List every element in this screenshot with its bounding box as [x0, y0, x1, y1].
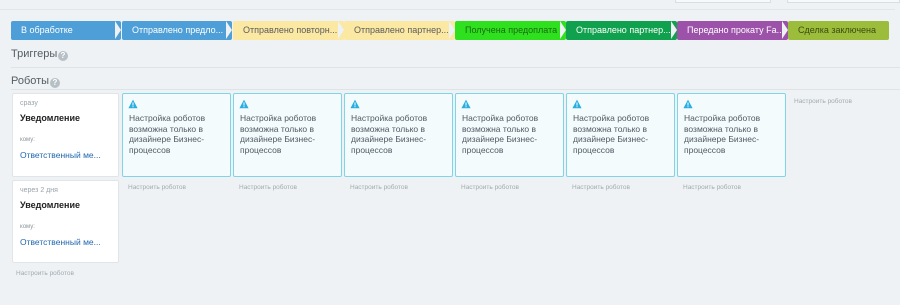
- top-button-stub-1[interactable]: [675, 0, 771, 3]
- triggers-title: Триггеры: [11, 48, 58, 60]
- stage-0[interactable]: В обработке: [11, 21, 121, 40]
- stage-label: В обработке: [21, 25, 73, 35]
- help-icon[interactable]: ?: [58, 51, 68, 61]
- robots-title: Роботы: [11, 75, 50, 87]
- warning-card: Настройка роботов возможна только в диза…: [122, 93, 231, 177]
- stage-label: Отправлено партнер...: [576, 25, 671, 35]
- robot-recipient-label: кому:: [20, 137, 35, 143]
- setup-robots-link[interactable]: Настроить роботов: [16, 270, 74, 277]
- divider: [11, 67, 900, 68]
- top-panel-stub-left: [0, 9, 895, 10]
- warning-card: Настройка роботов возможна только в диза…: [677, 93, 786, 177]
- robot-card[interactable]: через 2 дня Уведомление кому: Ответствен…: [12, 180, 119, 263]
- warning-text: Настройка роботов возможна только в диза…: [129, 113, 206, 155]
- setup-robots-link[interactable]: Настроить роботов: [572, 184, 630, 191]
- setup-robots-link[interactable]: Настроить роботов: [683, 184, 741, 191]
- robot-recipient-label: кому:: [20, 224, 35, 230]
- warning-text: Настройка роботов возможна только в диза…: [573, 113, 650, 155]
- divider: [11, 89, 900, 90]
- stage-7[interactable]: Сделка заключена: [788, 21, 889, 40]
- stage-label: Отправлено предло...: [132, 25, 224, 35]
- warning-icon: [683, 99, 693, 109]
- top-button-stub-2[interactable]: [787, 0, 900, 3]
- warning-icon: [461, 99, 471, 109]
- stage-label: Передано прокату Fa...: [687, 25, 785, 35]
- stage-label: Отправлено партнер...: [354, 25, 449, 35]
- warning-icon: [350, 99, 360, 109]
- warning-card: Настройка роботов возможна только в диза…: [455, 93, 564, 177]
- stage-label: Сделка заключена: [798, 25, 876, 35]
- robot-card[interactable]: сразу Уведомление кому: Ответственный ме…: [12, 93, 119, 177]
- robot-name: Уведомление: [20, 113, 81, 123]
- stage-2[interactable]: Отправлено повторн...: [233, 21, 344, 40]
- warning-text: Настройка роботов возможна только в диза…: [684, 113, 761, 155]
- warning-text: Настройка роботов возможна только в диза…: [462, 113, 539, 155]
- setup-robots-link[interactable]: Настроить роботов: [239, 184, 297, 191]
- stage-3[interactable]: Отправлено партнер...: [344, 21, 455, 40]
- stage-6[interactable]: Передано прокату Fa...: [677, 21, 788, 40]
- setup-robots-link[interactable]: Настроить роботов: [350, 184, 408, 191]
- robot-recipient-value[interactable]: Ответственный ме...: [20, 237, 101, 247]
- warning-icon: [572, 99, 582, 109]
- warning-text: Настройка роботов возможна только в диза…: [351, 113, 428, 155]
- stage-5[interactable]: Отправлено партнер...: [566, 21, 677, 40]
- robot-recipient-value[interactable]: Ответственный ме...: [20, 150, 101, 160]
- robot-when: через 2 дня: [20, 187, 58, 194]
- warning-card: Настройка роботов возможна только в диза…: [233, 93, 342, 177]
- setup-robots-link[interactable]: Настроить роботов: [461, 184, 519, 191]
- warning-card: Настройка роботов возможна только в диза…: [344, 93, 453, 177]
- robot-name: Уведомление: [20, 200, 81, 210]
- setup-robots-link[interactable]: Настроить роботов: [794, 98, 852, 105]
- warning-card: Настройка роботов возможна только в диза…: [566, 93, 675, 177]
- stage-4[interactable]: Получена предоплата: [455, 21, 566, 40]
- stage-label: Отправлено повторн...: [243, 25, 338, 35]
- warning-text: Настройка роботов возможна только в диза…: [240, 113, 317, 155]
- warning-icon: [239, 99, 249, 109]
- stage-label: Получена предоплата: [465, 25, 558, 35]
- stage-1[interactable]: Отправлено предло...: [122, 21, 232, 40]
- robot-when: сразу: [20, 100, 38, 107]
- help-icon[interactable]: ?: [50, 78, 60, 88]
- warning-icon: [128, 99, 138, 109]
- setup-robots-link[interactable]: Настроить роботов: [128, 184, 186, 191]
- stage-bar: В обработке Отправлено предло... Отправл…: [11, 21, 891, 42]
